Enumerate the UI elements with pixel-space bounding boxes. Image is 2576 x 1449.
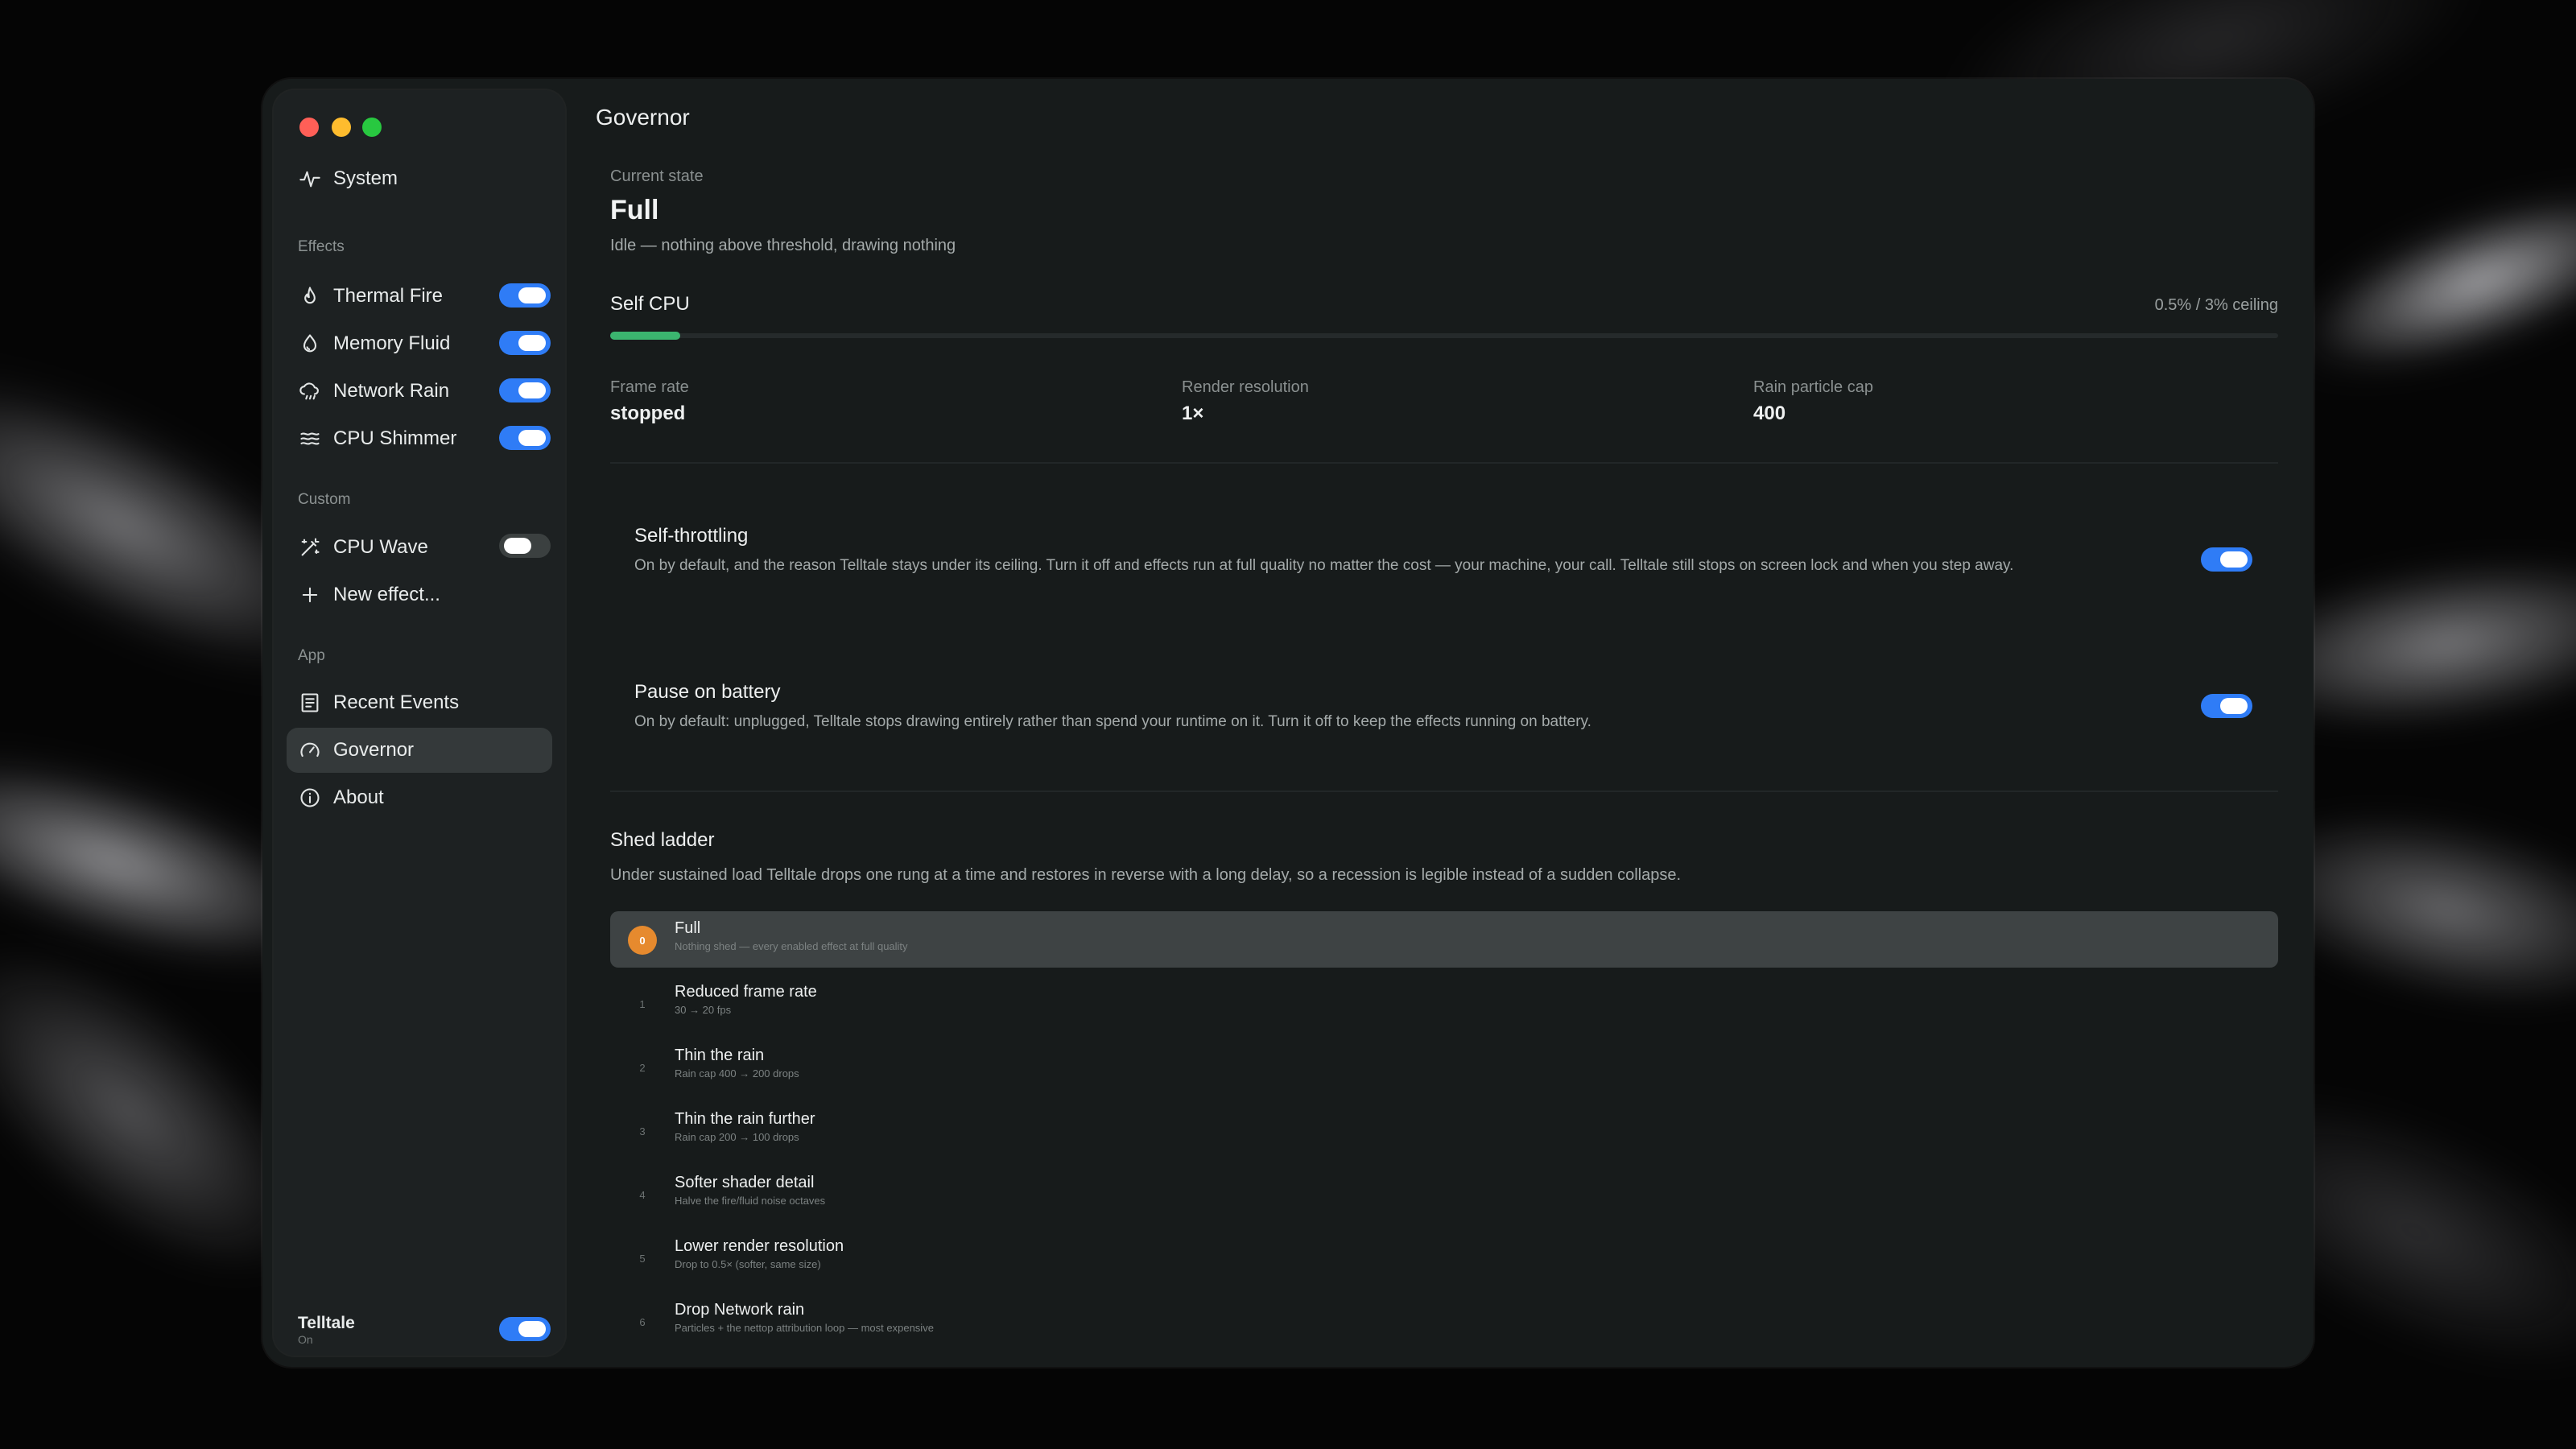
current-state-label: Current state [610, 167, 704, 185]
ladder-rung[interactable]: 3 Thin the rain further Rain cap 200 → 1… [610, 1102, 2278, 1158]
rung-title: Reduced frame rate [675, 983, 817, 1001]
ladder-rung[interactable]: 5 Lower render resolution Drop to 0.5× (… [610, 1229, 2278, 1286]
pause-on-battery-toggle[interactable] [2201, 694, 2252, 718]
rung-title: Drop Network rain [675, 1301, 805, 1319]
ladder-rung[interactable]: 2 Thin the rain Rain cap 400 → 200 drops [610, 1038, 2278, 1095]
shed-ladder-description: Under sustained load Telltale drops one … [610, 866, 1682, 884]
stat-value: 400 [1753, 402, 1786, 424]
rung-number: 1 [639, 997, 646, 1010]
divider [610, 462, 2278, 464]
rung-subtitle: Halve the fire/fluid noise octaves [675, 1195, 826, 1207]
self-cpu-readout: 0.5% / 3% ceiling [2154, 296, 2278, 314]
rung-number: 4 [639, 1188, 646, 1201]
current-state-value: Full [610, 195, 659, 225]
pause-on-battery-description: On by default: unplugged, Telltale stops… [634, 713, 1591, 730]
self-cpu-bar [610, 332, 2278, 340]
ladder-rung[interactable]: 0 Full Nothing shed — every enabled effe… [610, 911, 2278, 968]
rung-subtitle: Particles + the nettop attribution loop … [675, 1322, 934, 1334]
rung-number: 0 [628, 926, 657, 955]
rung-title: Thin the rain [675, 1046, 765, 1064]
stat-value: 1× [1182, 402, 1204, 424]
rung-title: Thin the rain further [675, 1110, 815, 1128]
app-window: System Effects Thermal Fire Memory Fluid… [262, 79, 2314, 1367]
stat-value: stopped [610, 402, 686, 424]
rung-subtitle: 30 → 20 fps [675, 1004, 732, 1016]
rung-title: Lower render resolution [675, 1237, 844, 1255]
rung-subtitle: Nothing shed — every enabled effect at f… [675, 940, 908, 952]
ladder-rung[interactable]: 1 Reduced frame rate 30 → 20 fps [610, 975, 2278, 1031]
stat-label: Frame rate [610, 378, 689, 396]
rung-number: 3 [639, 1125, 646, 1137]
shed-ladder-title: Shed ladder [610, 829, 715, 851]
main-content: Governor Current state Full Idle — nothi… [262, 79, 2314, 1367]
self-throttling-description: On by default, and the reason Telltale s… [634, 557, 2014, 574]
state-description: Idle — nothing above threshold, drawing … [610, 237, 956, 254]
pause-on-battery-title: Pause on battery [634, 681, 781, 703]
divider [610, 791, 2278, 792]
self-throttling-toggle[interactable] [2201, 547, 2252, 572]
self-throttling-title: Self-throttling [634, 525, 749, 547]
rung-title: Softer shader detail [675, 1174, 815, 1191]
rung-number: 6 [639, 1315, 646, 1328]
stat-label: Render resolution [1182, 378, 1309, 396]
self-cpu-label: Self CPU [610, 293, 690, 315]
ladder-rung[interactable]: 6 Drop Network rain Particles + the nett… [610, 1293, 2278, 1349]
ladder-rung[interactable]: 4 Softer shader detail Halve the fire/fl… [610, 1166, 2278, 1222]
rung-subtitle: Rain cap 400 → 200 drops [675, 1067, 799, 1080]
rung-subtitle: Rain cap 200 → 100 drops [675, 1131, 799, 1143]
page-title: Governor [596, 105, 690, 130]
stat-label: Rain particle cap [1753, 378, 1873, 396]
rung-title: Full [675, 919, 701, 937]
self-cpu-bar-fill [610, 332, 681, 340]
rung-number: 2 [639, 1061, 646, 1074]
rung-number: 5 [639, 1252, 646, 1265]
rung-subtitle: Drop to 0.5× (softer, same size) [675, 1258, 821, 1270]
